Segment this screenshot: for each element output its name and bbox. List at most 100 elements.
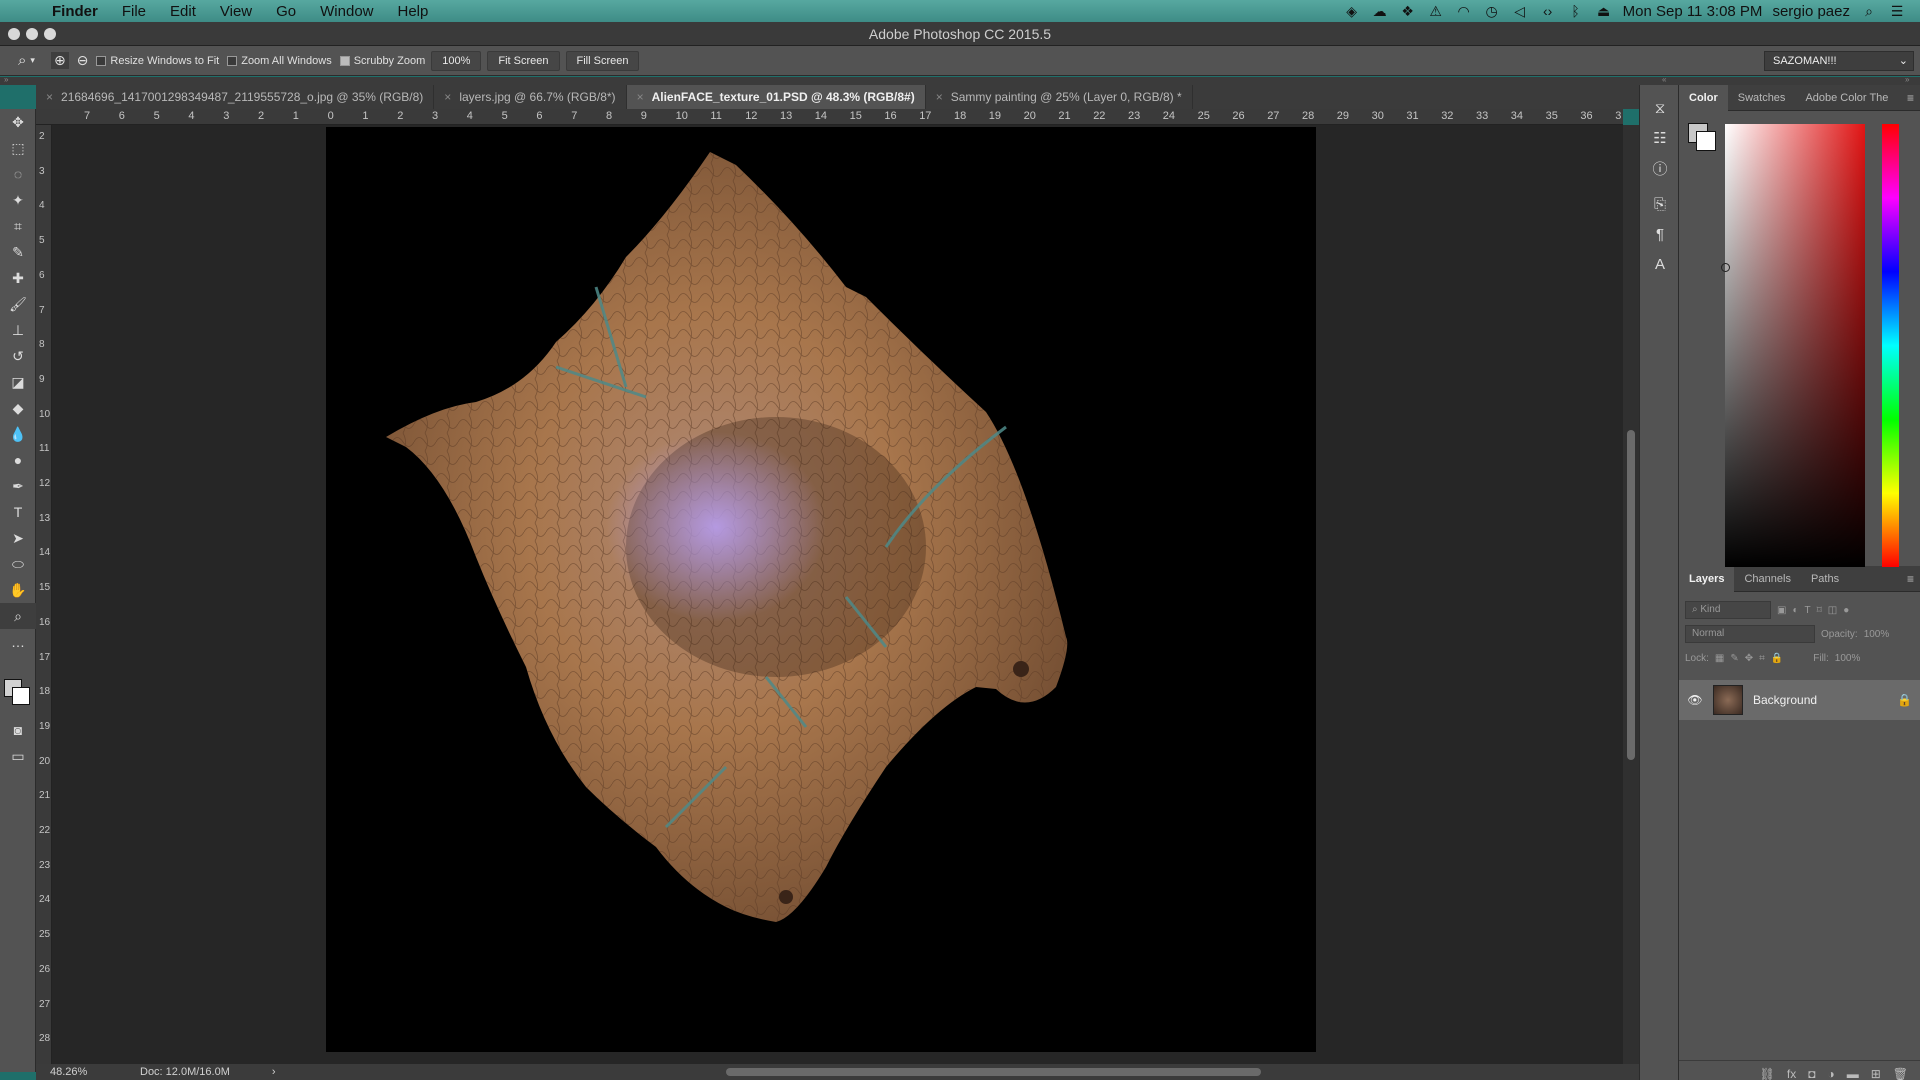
fit-screen-button[interactable]: Fit Screen — [487, 50, 560, 71]
chevron-down-icon[interactable]: ▾ — [30, 55, 35, 66]
doc-tab-1[interactable]: × 21684696_1417001298349487_2119555728_o.… — [36, 85, 435, 109]
paragraph-panel-icon[interactable]: ¶ — [1640, 219, 1680, 249]
eyedropper-tool-icon[interactable]: ✎ — [0, 239, 36, 265]
tab-adobe-color-themes[interactable]: Adobe Color The — [1795, 85, 1898, 111]
menu-view[interactable]: View — [208, 3, 264, 20]
menu-app-name[interactable]: Finder — [40, 3, 110, 20]
new-layer-icon[interactable]: ⊞ — [1871, 1067, 1881, 1080]
history-panel-icon[interactable]: ⧖ — [1640, 93, 1680, 123]
filter-type-icon[interactable]: T — [1805, 605, 1811, 616]
tab-swatches[interactable]: Swatches — [1728, 85, 1796, 111]
doc-tab-4[interactable]: × Sammy painting @ 25% (Layer 0, RGB/8) * — [926, 85, 1193, 109]
volume-icon[interactable]: ◁ — [1511, 3, 1529, 20]
eye-icon[interactable]: 👁 — [1687, 693, 1703, 707]
vertical-scroll-thumb[interactable] — [1627, 430, 1635, 760]
properties-panel-icon[interactable]: ☷ — [1640, 123, 1680, 153]
close-tab-icon[interactable]: × — [46, 85, 53, 109]
move-tool-icon[interactable]: ✥ — [0, 109, 36, 135]
horizontal-scroll-thumb[interactable] — [726, 1068, 1261, 1076]
close-tab-icon[interactable]: × — [637, 85, 644, 109]
doc-size-info[interactable]: Doc: 12.0M/16.0M — [140, 1066, 230, 1078]
fill-screen-button[interactable]: Fill Screen — [565, 50, 640, 71]
lock-transparent-icon[interactable]: ▦ — [1715, 653, 1724, 664]
vertical-scrollbar[interactable] — [1623, 125, 1639, 1064]
close-window-button[interactable] — [8, 28, 20, 40]
document-canvas[interactable] — [326, 127, 1316, 1052]
lock-image-icon[interactable]: ✎ — [1730, 653, 1738, 664]
character-panel-icon[interactable]: A — [1640, 249, 1680, 279]
magic-wand-tool-icon[interactable]: ✦ — [0, 187, 36, 213]
brush-tool-icon[interactable]: 🖌 — [0, 291, 36, 317]
tab-channels[interactable]: Channels — [1734, 566, 1800, 592]
notification-center-icon[interactable]: ☰ — [1888, 3, 1906, 20]
canvas-area[interactable] — [52, 125, 1623, 1064]
panel-menu-icon[interactable]: ≡ — [1907, 572, 1920, 586]
minimize-window-button[interactable] — [26, 28, 38, 40]
menu-file[interactable]: File — [110, 3, 158, 20]
status-menu-arrow-icon[interactable]: › — [272, 1066, 276, 1078]
close-tab-icon[interactable]: × — [444, 85, 451, 109]
filter-adjustment-icon[interactable]: ◐ — [1792, 605, 1798, 616]
menu-edit[interactable]: Edit — [158, 3, 208, 20]
wifi-icon[interactable]: ◠ — [1455, 3, 1473, 20]
lock-position-icon[interactable]: ✥ — [1745, 653, 1753, 664]
layer-row-background[interactable]: 👁 Background 🔒 — [1679, 680, 1920, 720]
zoom-tool-icon[interactable]: ⌕ — [0, 603, 36, 629]
bluetooth-icon[interactable]: ᛒ — [1567, 3, 1585, 19]
layer-filter-kind[interactable]: ⌕ Kind — [1685, 601, 1771, 619]
filter-shape-icon[interactable]: ⌑ — [1817, 605, 1822, 616]
menu-help[interactable]: Help — [386, 3, 441, 20]
creative-cloud-icon[interactable]: ☁ — [1371, 3, 1389, 20]
close-tab-icon[interactable]: × — [936, 85, 943, 109]
ruler-horizontal[interactable]: 7 6 5 4 3 2 1 0 1 2 3 4 5 6 7 8 9 10 11 12 13 14 15 16 17 18 19 20 2… — [36, 109, 1623, 125]
marquee-tool-icon[interactable]: ⬚ — [0, 135, 36, 161]
workspace-selector[interactable]: SAZOMAN!!! ⌄ — [1764, 51, 1914, 71]
lasso-tool-icon[interactable]: ◌ — [0, 161, 36, 187]
new-group-icon[interactable]: ▬ — [1847, 1067, 1859, 1080]
layer-name[interactable]: Background — [1753, 693, 1817, 707]
lock-all-icon[interactable]: 🔒 — [1771, 653, 1783, 664]
screen-mode-icon[interactable]: ▭ — [0, 743, 36, 769]
shape-tool-icon[interactable]: ⬭ — [0, 551, 36, 577]
menubar-user[interactable]: sergio paez — [1772, 3, 1850, 20]
healing-brush-tool-icon[interactable]: ✚ — [0, 265, 36, 291]
color-background-swatch[interactable] — [1696, 131, 1716, 151]
color-picker-marker[interactable] — [1721, 263, 1730, 272]
clone-stamp-tool-icon[interactable]: ⊥ — [0, 317, 36, 343]
blend-mode-select[interactable]: Normal — [1685, 625, 1815, 643]
tab-paths[interactable]: Paths — [1801, 566, 1849, 592]
doc-tab-2[interactable]: × layers.jpg @ 66.7% (RGB/8*) — [434, 85, 627, 109]
path-selection-tool-icon[interactable]: ➤ — [0, 525, 36, 551]
panel-menu-icon[interactable]: ≡ — [1907, 91, 1920, 105]
scrubby-zoom-checkbox[interactable]: Scrubby Zoom — [339, 55, 425, 67]
delete-layer-icon[interactable]: 🗑 — [1893, 1067, 1908, 1080]
zoom-level[interactable]: 48.26% — [50, 1066, 120, 1078]
hand-tool-icon[interactable]: ✋ — [0, 577, 36, 603]
blur-tool-icon[interactable]: 💧 — [0, 421, 36, 447]
eject-icon[interactable]: ⏏ — [1595, 3, 1613, 20]
warning-icon[interactable]: ⚠ — [1427, 3, 1445, 20]
eraser-tool-icon[interactable]: ◪ — [0, 369, 36, 395]
background-color-swatch[interactable] — [12, 687, 30, 705]
dodge-tool-icon[interactable]: ● — [0, 447, 36, 473]
time-machine-icon[interactable]: ◷ — [1483, 3, 1501, 20]
add-mask-icon[interactable]: ◘ — [1808, 1067, 1815, 1080]
lock-artboard-icon[interactable]: ⌗ — [1759, 653, 1765, 664]
code-icon[interactable]: ‹› — [1539, 3, 1557, 19]
zoom-all-windows-checkbox[interactable]: Zoom All Windows — [227, 55, 332, 67]
paint-bucket-tool-icon[interactable]: ◆ — [0, 395, 36, 421]
color-picker-field[interactable] — [1725, 124, 1865, 567]
link-layers-icon[interactable]: ⛓ — [1760, 1067, 1775, 1080]
hue-slider[interactable] — [1882, 124, 1899, 567]
clone-source-panel-icon[interactable]: ⎘ — [1640, 189, 1680, 219]
history-brush-tool-icon[interactable]: ↺ — [0, 343, 36, 369]
doc-tab-3-active[interactable]: × AlienFACE_texture_01.PSD @ 48.3% (RGB/8… — [626, 85, 926, 109]
fill-value[interactable]: 100% — [1835, 653, 1861, 664]
collapse-panels-icon[interactable]: « — [1662, 75, 1666, 84]
menu-window[interactable]: Window — [308, 3, 385, 20]
zoom-100-button[interactable]: 100% — [431, 50, 482, 71]
pen-tool-icon[interactable]: ✒ — [0, 473, 36, 499]
zoom-in-icon[interactable]: ⊕ — [50, 52, 69, 69]
quick-mask-icon[interactable]: ◙ — [0, 717, 36, 743]
layer-style-fx-icon[interactable]: fx — [1787, 1067, 1796, 1080]
